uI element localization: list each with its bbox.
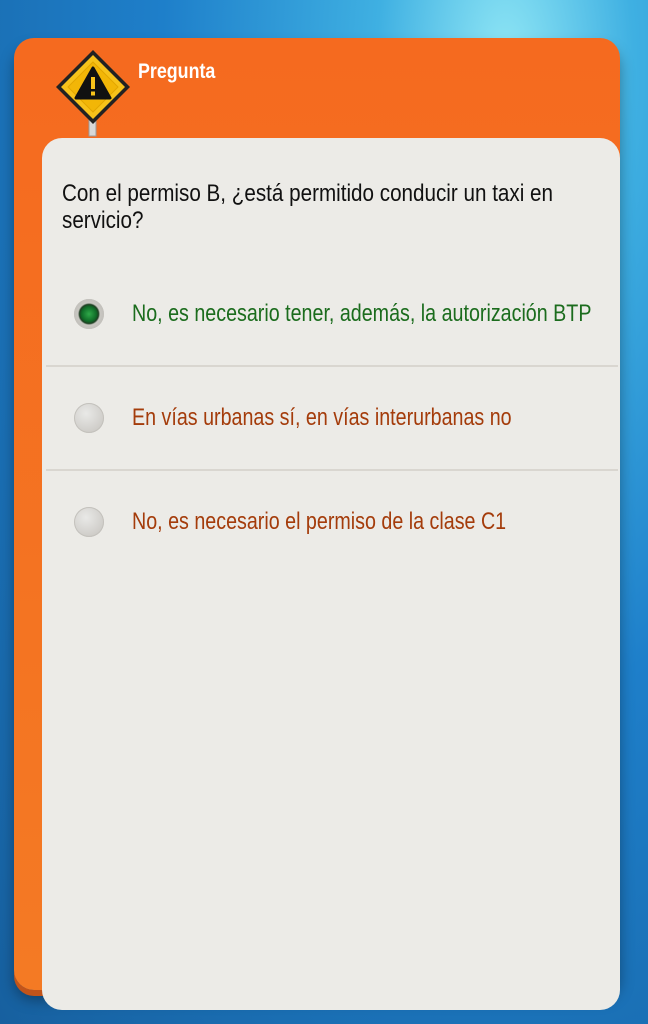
question-panel: Con el permiso B, ¿está permitido conduc… bbox=[42, 138, 620, 1010]
answer-option-3[interactable]: No, es necesario el permiso de la clase … bbox=[46, 470, 618, 574]
radio-unselected-icon[interactable] bbox=[74, 403, 104, 433]
question-text: Con el permiso B, ¿está permitido conduc… bbox=[62, 180, 554, 234]
radio-selected-icon[interactable] bbox=[74, 299, 104, 329]
question-card: Pregunta Con el permiso B, ¿está permiti… bbox=[14, 38, 620, 1010]
card-title: Pregunta bbox=[138, 60, 216, 83]
answer-option-3-label: No, es necesario el permiso de la clase … bbox=[132, 508, 507, 535]
warning-sign-icon bbox=[56, 50, 130, 137]
answer-option-1[interactable]: No, es necesario tener, además, la autor… bbox=[46, 262, 618, 366]
answer-option-2-label: En vías urbanas sí, en vías interurbanas… bbox=[132, 404, 512, 431]
radio-unselected-icon[interactable] bbox=[74, 507, 104, 537]
answer-option-2[interactable]: En vías urbanas sí, en vías interurbanas… bbox=[46, 366, 618, 470]
answer-option-1-label: No, es necesario tener, además, la autor… bbox=[132, 300, 592, 327]
